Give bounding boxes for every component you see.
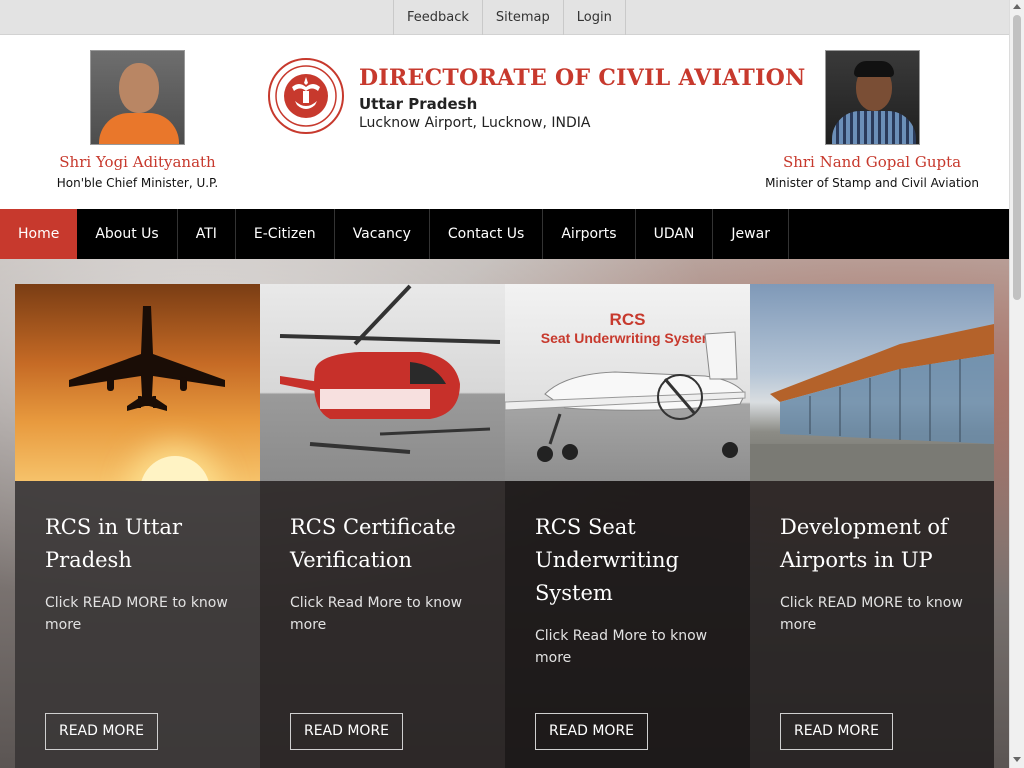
site-address: Lucknow Airport, Lucknow, INDIA <box>359 115 591 131</box>
vertical-scrollbar[interactable] <box>1009 0 1024 768</box>
chief-minister-profile: Shri Yogi Adityanath Hon'ble Chief Minis… <box>40 50 235 190</box>
card-title: RCS in Uttar Pradesh <box>45 515 182 572</box>
chief-minister-photo <box>90 50 185 145</box>
feedback-link[interactable]: Feedback <box>394 0 483 35</box>
site-brand: DIRECTORATE OF CIVIL AVIATION Uttar Prad… <box>359 65 805 131</box>
nav-contact-us[interactable]: Contact Us <box>430 209 544 259</box>
airport-terminal-image <box>750 284 994 481</box>
turboprop-plane-image: RCS Seat Underwriting System <box>505 284 750 481</box>
login-link[interactable]: Login <box>564 0 626 35</box>
card-rcs-seat-underwriting: RCS Seat Underwriting System RCS Seat Un… <box>505 284 750 768</box>
card-text: Click Read More to know more <box>535 628 708 666</box>
card-text: Click Read More to know more <box>290 595 463 633</box>
nav-vacancy[interactable]: Vacancy <box>335 209 430 259</box>
nav-home[interactable]: Home <box>0 209 78 259</box>
read-more-button[interactable]: READ MORE <box>780 713 893 750</box>
minister-photo <box>824 50 920 145</box>
nav-about-us[interactable]: About Us <box>77 209 178 259</box>
minister-name: Shri Nand Gopal Gupta <box>782 153 962 171</box>
read-more-button[interactable]: READ MORE <box>290 713 403 750</box>
nav-udan[interactable]: UDAN <box>636 209 714 259</box>
nav-ati[interactable]: ATI <box>178 209 236 259</box>
nav-jewar[interactable]: Jewar <box>713 209 789 259</box>
card-rcs-up: RCS in Uttar Pradesh Click READ MORE to … <box>15 284 260 768</box>
scrollbar-thumb[interactable] <box>1013 15 1021 300</box>
chief-minister-name: Shri Yogi Adityanath <box>59 153 216 171</box>
helicopter-image <box>260 284 505 481</box>
sitemap-link[interactable]: Sitemap <box>483 0 564 35</box>
site-subtitle: Uttar Pradesh <box>359 95 478 113</box>
top-links: Feedback Sitemap Login <box>393 0 626 35</box>
card-title: RCS Seat Underwriting System <box>535 515 679 605</box>
minister-role: Minister of Stamp and Civil Aviation <box>765 176 979 190</box>
read-more-button[interactable]: READ MORE <box>535 713 648 750</box>
up-government-emblem-icon[interactable] <box>267 57 345 135</box>
card-text: Click READ MORE to know more <box>45 595 228 633</box>
minister-profile: Shri Nand Gopal Gupta Minister of Stamp … <box>758 50 986 190</box>
nav-airports[interactable]: Airports <box>543 209 636 259</box>
card-text: Click READ MORE to know more <box>780 595 963 633</box>
card-rcs-certificate: RCS Certificate Verification Click Read … <box>260 284 505 768</box>
read-more-button[interactable]: READ MORE <box>45 713 158 750</box>
scroll-up-icon[interactable] <box>1013 4 1021 9</box>
airplane-sunset-image <box>15 284 260 481</box>
site-title[interactable]: DIRECTORATE OF CIVIL AVIATION <box>359 65 805 91</box>
card-airport-development: Development of Airports in UP Click READ… <box>750 284 994 768</box>
main-nav: Home About Us ATI E-Citizen Vacancy Cont… <box>0 209 1009 259</box>
top-utility-bar: Feedback Sitemap Login <box>0 0 1009 35</box>
scroll-down-icon[interactable] <box>1013 757 1021 762</box>
chief-minister-role: Hon'ble Chief Minister, U.P. <box>56 176 219 190</box>
card-title: Development of Airports in UP <box>780 515 948 572</box>
feature-cards: RCS in Uttar Pradesh Click READ MORE to … <box>15 284 994 768</box>
site-header: Shri Yogi Adityanath Hon'ble Chief Minis… <box>0 35 1009 209</box>
nav-e-citizen[interactable]: E-Citizen <box>236 209 335 259</box>
card-title: RCS Certificate Verification <box>290 515 456 572</box>
